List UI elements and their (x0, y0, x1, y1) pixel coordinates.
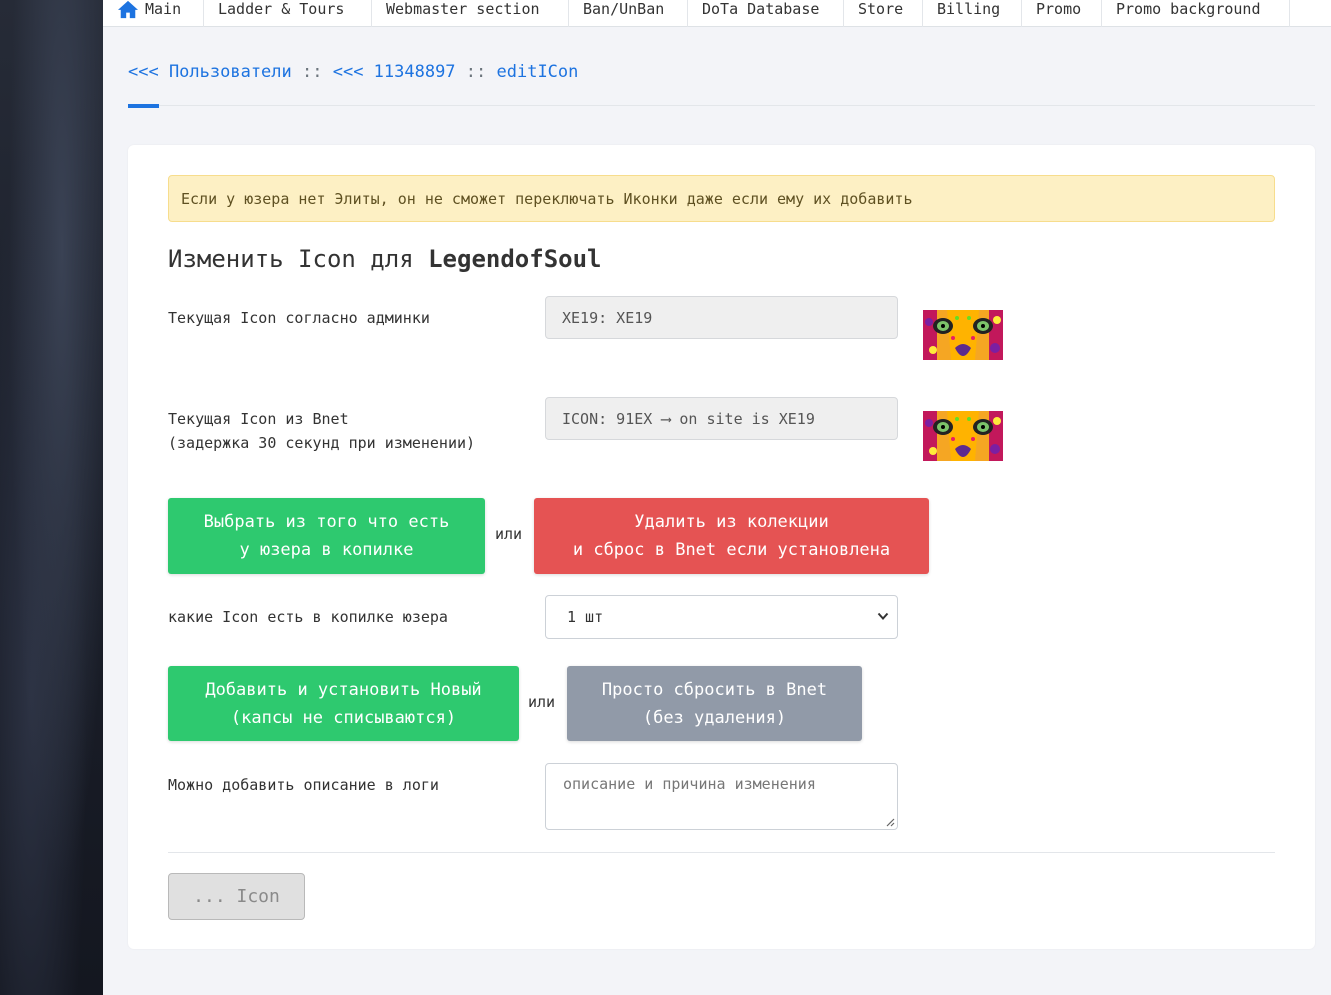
form-divider (168, 852, 1275, 853)
nav-item-billing[interactable]: Billing (923, 0, 1022, 27)
leopard-icon-image (923, 411, 1003, 461)
current-bnet-icon-field: ICON: 91EX ⟶ on site is XE19 (545, 397, 898, 440)
current-admin-icon-field: XE19: XE19 (545, 296, 898, 339)
chevron-down-icon (877, 612, 889, 620)
textarea-placeholder: описание и причина изменения (563, 775, 816, 793)
reset-bnet-button[interactable]: Просто сбросить в Bnet (без удаления) (567, 666, 862, 741)
leopard-icon-image (923, 310, 1003, 360)
title-username: LegendofSoul (428, 245, 602, 273)
nav-item-label: DoTa Database (702, 0, 820, 18)
edit-icon-card: Если у юзера нет Элиты, он не сможет пер… (128, 145, 1315, 949)
nav-item-label: Store (858, 0, 904, 18)
nav-item-label: Ladder & Tours (218, 0, 345, 18)
log-description-textarea[interactable]: описание и причина изменения (545, 763, 898, 830)
top-nav: Main Ladder & Tours Webmaster section Ba… (103, 0, 1331, 27)
nav-item-store[interactable]: Store (844, 0, 923, 27)
nav-item-webmaster[interactable]: Webmaster section (372, 0, 569, 27)
nav-item-label: Promo background (1116, 0, 1261, 18)
nav-item-label: Webmaster section (386, 0, 540, 18)
elite-warning-alert: Если у юзера нет Элиты, он не сможет пер… (168, 175, 1275, 222)
submit-icon-button[interactable]: ... Icon (168, 873, 305, 920)
title-prefix: Изменить Icon для (168, 245, 429, 273)
background-art (0, 0, 103, 995)
nav-item-promo-background[interactable]: Promo background (1102, 0, 1290, 27)
select-from-collection-button[interactable]: Выбрать из того что есть у юзера в копил… (168, 498, 485, 574)
main-area: Main Ladder & Tours Webmaster section Ba… (103, 0, 1331, 995)
nav-item-label: Ban/UnBan (583, 0, 665, 18)
page-title: Изменить Icon для LegendofSoul (168, 245, 601, 273)
nav-item-main[interactable]: Main (103, 0, 204, 27)
submit-label: ... Icon (193, 886, 280, 907)
add-and-set-new-button[interactable]: Добавить и установить Новый (капсы не сп… (168, 666, 519, 741)
home-icon (118, 0, 138, 19)
nav-item-ladder[interactable]: Ladder & Tours (204, 0, 372, 27)
or-text: или (495, 525, 523, 543)
nav-item-dota-database[interactable]: DoTa Database (688, 0, 844, 27)
breadcrumb-separator: :: (455, 62, 497, 82)
select-value: 1 шт (567, 608, 604, 626)
field-value: XE19: XE19 (562, 308, 653, 327)
breadcrumb-divider (128, 105, 1315, 106)
log-description-label: Можно добавить описание в логи (168, 776, 439, 794)
resize-grip-icon[interactable] (885, 817, 895, 827)
field-value: ICON: 91EX ⟶ on site is XE19 (562, 409, 815, 428)
breadcrumb-user-link[interactable]: <<< 11348897 (333, 62, 456, 82)
alert-text: Если у юзера нет Элиты, он не сможет пер… (181, 189, 913, 208)
breadcrumb-users-link[interactable]: <<< Пользователи (128, 62, 292, 82)
collection-select[interactable]: 1 шт (545, 595, 898, 639)
breadcrumb: <<< Пользователи :: <<< 11348897 :: edit… (128, 62, 578, 82)
nav-item-label: Promo (1036, 0, 1082, 18)
collection-label: какие Icon есть в копилке юзера (168, 608, 448, 626)
breadcrumb-current[interactable]: editICon (497, 62, 579, 82)
current-bnet-icon-label: Текущая Icon из Bnet (задержка 30 секунд… (168, 410, 476, 452)
nav-item-label: Billing (937, 0, 1001, 18)
delete-from-collection-button[interactable]: Удалить из колекции и сброс в Bnet если … (534, 498, 929, 574)
breadcrumb-active-indicator (128, 104, 159, 108)
nav-item-ban[interactable]: Ban/UnBan (569, 0, 688, 27)
breadcrumb-separator: :: (291, 62, 333, 82)
nav-item-label: Main (145, 0, 182, 18)
current-admin-icon-label: Текущая Icon согласно админки (168, 309, 430, 327)
nav-item-promo[interactable]: Promo (1022, 0, 1102, 27)
or-text: или (528, 693, 556, 711)
